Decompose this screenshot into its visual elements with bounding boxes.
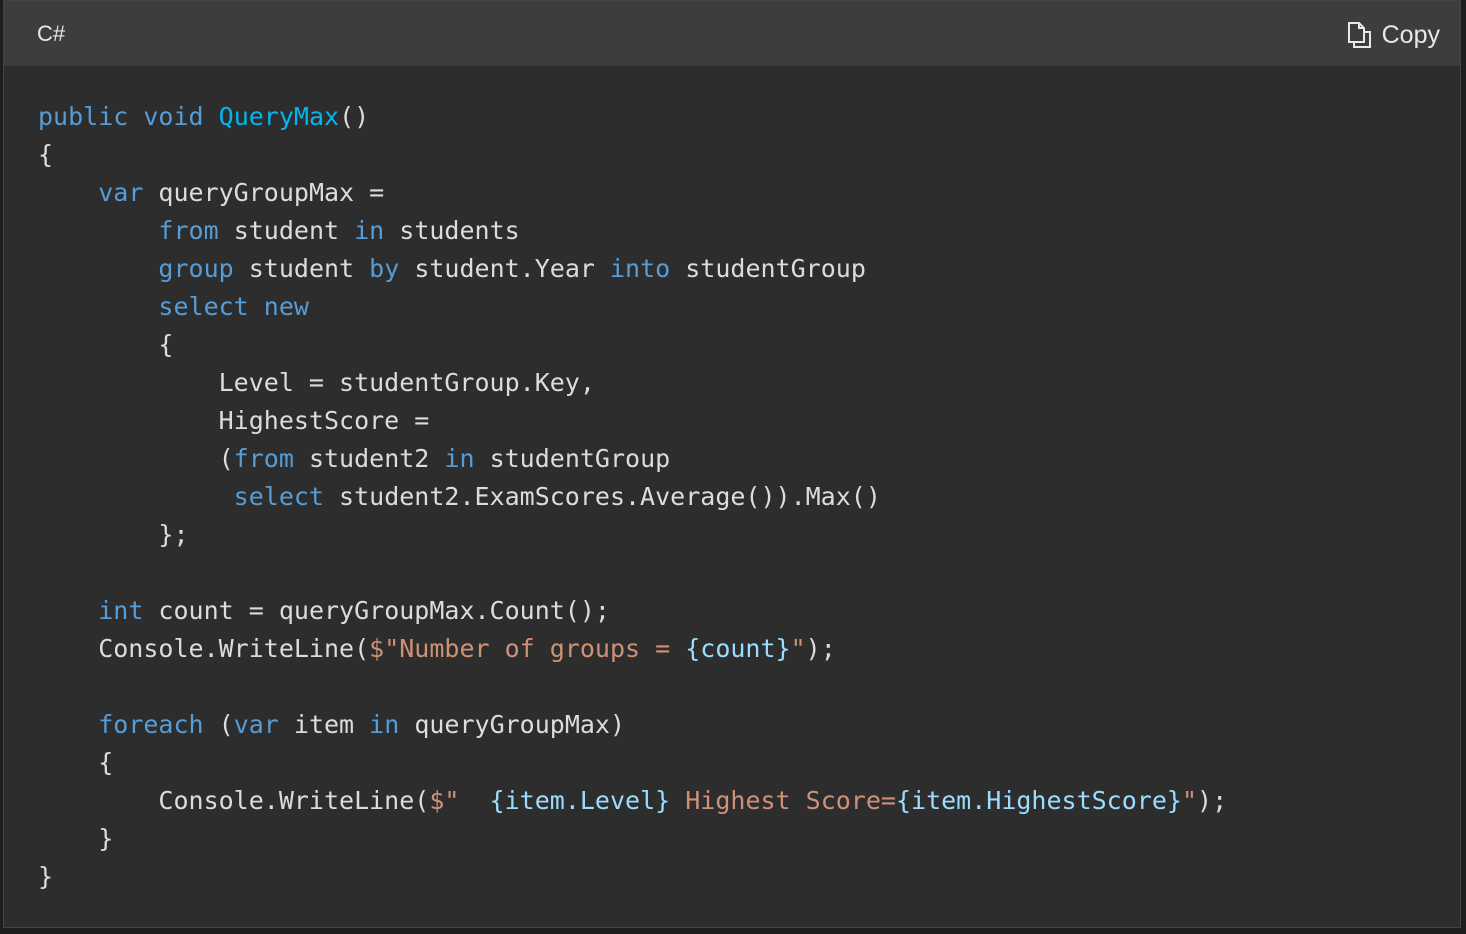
code-line: public void QueryMax() [38,98,1227,136]
code-token: count = queryGroupMax.Count(); [143,596,610,625]
copy-button[interactable]: Copy [1346,17,1440,53]
code-token: { [38,748,114,777]
code-line: foreach (var item in queryGroupMax) [38,706,1227,744]
code-token: new [263,292,309,321]
code-token: void [143,102,204,131]
code-block-header: C# Copy [4,1,1460,67]
code-line: } [38,858,1227,896]
code-token: Level = studentGroup.Key, [38,368,595,397]
code-token: QueryMax [218,102,340,131]
copy-icon [1346,21,1372,49]
code-token: var [98,178,144,207]
code-token: int [98,596,144,625]
code-line: group student by student.Year into stude… [38,250,1227,288]
code-token: student.Year [399,254,610,283]
code-line: Console.WriteLine($"Number of groups = {… [38,630,1227,668]
code-line: int count = queryGroupMax.Count(); [38,592,1227,630]
code-token: {item.Level} [489,786,671,815]
language-label: C# [37,21,66,46]
code-line: { [38,136,1227,174]
code-token: ); [805,634,836,663]
code-line: }; [38,516,1227,554]
code-token: Highest Score= [670,786,896,815]
code-token: student [233,254,370,283]
code-line: } [38,820,1227,858]
code-token: in [354,216,385,245]
code-token: by [369,254,400,283]
code-token: queryGroupMax = [143,178,385,207]
code-content: public void QueryMax() { var queryGroupMa… [38,98,1227,896]
code-line: from student in students [38,212,1227,250]
code-token: queryGroupMax) [399,710,626,739]
code-token: select [158,292,249,321]
code-token: var [233,710,279,739]
code-token: () [339,102,370,131]
code-line: HighestScore = [38,402,1227,440]
code-line: select student2.ExamScores.Average()).Ma… [38,478,1227,516]
code-token: {count} [685,634,791,663]
code-token: Console.WriteLine( [38,786,430,815]
code-line: var queryGroupMax = [38,174,1227,212]
code-token: " [1181,786,1198,815]
code-token: { [38,330,174,359]
code-token: group [158,254,234,283]
code-token: ( [38,444,234,473]
code-token: {item.HighestScore} [895,786,1182,815]
code-token: }; [38,520,189,549]
code-token: $" [429,786,490,815]
code-token: ); [1197,786,1228,815]
code-token: from [233,444,294,473]
code-token: " [790,634,806,663]
copy-label: Copy [1381,20,1440,49]
code-token: foreach [98,710,204,739]
code-token: in [444,444,475,473]
code-token: ( [203,710,234,739]
code-line: select new [38,288,1227,326]
code-line: Console.WriteLine($" {item.Level} Highes… [38,782,1227,820]
code-token: } [38,862,54,891]
code-token: student2.ExamScores.Average()).Max() [323,482,881,511]
code-token: { [38,140,54,169]
code-token: $"Number of groups = [369,634,686,663]
code-token: item [278,710,370,739]
code-line: { [38,326,1227,364]
code-token: select [233,482,324,511]
code-token: Console.WriteLine( [38,634,370,663]
code-line: Level = studentGroup.Key, [38,364,1227,402]
code-token: } [38,824,114,853]
code-token: student [218,216,355,245]
code-token: studentGroup [474,444,671,473]
code-line: (from student2 in studentGroup [38,440,1227,478]
code-token: in [369,710,400,739]
code-token: from [158,216,219,245]
code-token: students [384,216,520,245]
code-block: C# Copy public void QueryMax() { var quer… [3,0,1461,928]
code-token: student2 [293,444,445,473]
code-token: studentGroup [670,254,866,283]
code-line: { [38,744,1227,782]
code-token: into [609,254,671,283]
code-token: public [38,102,129,131]
code-token: HighestScore = [38,406,430,435]
